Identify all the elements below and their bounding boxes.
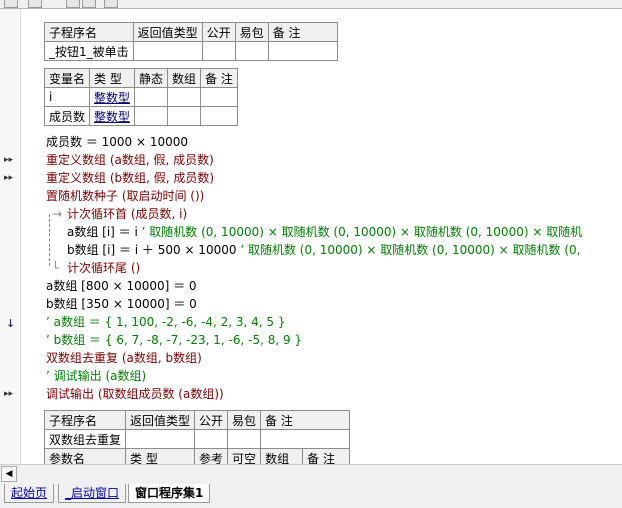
toolbar-button[interactable] xyxy=(104,0,118,8)
toolbar-button[interactable] xyxy=(82,0,96,8)
col-header: 参数名 xyxy=(43,448,127,464)
col-header: 易包 xyxy=(227,410,262,430)
var-name-cell[interactable]: 成员数 xyxy=(43,106,91,126)
sub-name-cell[interactable]: _按钮1_被单击 xyxy=(44,41,134,61)
code-line[interactable]: 调试输出 (取数组成员数 (a数组)) xyxy=(46,385,224,403)
code-statement: b数组 [i] ＝ i ＋ 500 × 10000 xyxy=(67,243,237,257)
loop-connector: └ xyxy=(52,261,60,275)
arrow-down-icon: ↓ xyxy=(6,317,16,330)
code-line[interactable]: 置随机数种子 (取启动时间 ()) xyxy=(46,187,204,205)
remark-cell[interactable] xyxy=(267,41,338,61)
col-header: 备 注 xyxy=(267,22,338,42)
variable-table: 变量名 类 型 静态 数组 备 注 i 整数型 成员数 整数型 xyxy=(43,68,238,126)
tab-bar: 起始页 _启动窗口 窗口程序集1 xyxy=(0,482,622,508)
static-cell[interactable] xyxy=(134,106,169,126)
col-header: 数组 xyxy=(260,448,304,464)
col-header: 子程序名 xyxy=(44,22,134,42)
loop-connector: → xyxy=(52,207,63,221)
code-line[interactable]: b数组 [350 × 10000] ＝ 0 xyxy=(46,295,197,313)
col-header: 公开 xyxy=(201,22,236,42)
return-type-cell[interactable] xyxy=(125,429,196,449)
code-line[interactable]: 计次循环首 (成员数, i) xyxy=(67,205,187,223)
col-header: 备 注 xyxy=(260,410,351,430)
toolbar-button[interactable] xyxy=(66,0,80,8)
code-line[interactable]: ’ 调试输出 (a数组) xyxy=(46,367,146,385)
tab-start-page[interactable]: 起始页 xyxy=(4,484,55,503)
table-row[interactable]: i 整数型 xyxy=(43,87,238,107)
easy-pack-cell[interactable] xyxy=(227,429,262,449)
easy-pack-cell[interactable] xyxy=(234,41,269,61)
col-header: 返回值类型 xyxy=(132,22,203,42)
remark-cell[interactable] xyxy=(200,87,238,107)
toolbar xyxy=(0,0,622,9)
scroll-left-icon[interactable]: ◀ xyxy=(1,466,17,482)
code-line[interactable]: 重定义数组 (b数组, 假, 成员数) xyxy=(46,169,214,187)
col-header: 备 注 xyxy=(200,68,238,88)
collapse-marker-icon[interactable]: ▸▸ xyxy=(4,389,13,399)
code-comment: ’ 取随机数 (0, 10000) × 取随机数 (0, 10000) × 取随… xyxy=(240,243,581,257)
code-line[interactable]: b数组 [i] ＝ i ＋ 500 × 10000 ’ 取随机数 (0, 100… xyxy=(67,241,581,259)
code-line[interactable]: a数组 [i] ＝ i ’ 取随机数 (0, 10000) × 取随机数 (0,… xyxy=(67,223,582,241)
collapse-marker-icon[interactable]: ▸▸ xyxy=(4,173,13,183)
col-header: 静态 xyxy=(134,68,169,88)
static-cell[interactable] xyxy=(134,87,169,107)
code-line[interactable]: 成员数 ＝ 1000 × 10000 xyxy=(46,133,188,151)
col-header: 类 型 xyxy=(89,68,136,88)
public-cell[interactable] xyxy=(194,429,229,449)
col-header: 备 注 xyxy=(302,448,351,464)
table-row[interactable]: 成员数 整数型 xyxy=(43,106,238,126)
public-cell[interactable] xyxy=(201,41,236,61)
col-header: 变量名 xyxy=(43,68,91,88)
horizontal-scrollbar[interactable]: ◀ xyxy=(0,464,622,482)
type-link[interactable]: 整数型 xyxy=(94,91,130,105)
tab-window-program-set[interactable]: 窗口程序集1 xyxy=(128,484,211,503)
code-editor[interactable]: 子程序名 返回值类型 公开 易包 备 注 _按钮1_被单击 变量名 类 型 静态… xyxy=(21,9,622,464)
col-header: 可空 xyxy=(227,448,262,464)
sub-header-table: 子程序名 返回值类型 公开 易包 备 注 双数组去重复 参数名 类 型 参考 可… xyxy=(43,410,351,464)
col-header: 公开 xyxy=(194,410,229,430)
col-header: 返回值类型 xyxy=(125,410,196,430)
toolbar-button[interactable] xyxy=(28,0,42,8)
var-type-cell[interactable]: 整数型 xyxy=(89,87,136,107)
col-header: 子程序名 xyxy=(43,410,127,430)
toolbar-button[interactable] xyxy=(4,0,18,8)
code-statement: a数组 [i] ＝ i xyxy=(67,225,138,239)
code-comment: ’ 取随机数 (0, 10000) × 取随机数 (0, 10000) × 取随… xyxy=(141,225,583,239)
array-cell[interactable] xyxy=(167,106,202,126)
type-link[interactable]: 整数型 xyxy=(94,110,130,124)
col-header: 数组 xyxy=(167,68,202,88)
tab-startup-window[interactable]: _启动窗口 xyxy=(58,484,127,503)
col-header: 类 型 xyxy=(125,448,196,464)
return-type-cell[interactable] xyxy=(132,41,203,61)
collapse-marker-icon[interactable]: ▸▸ xyxy=(4,155,13,165)
code-line[interactable]: a数组 [800 × 10000] ＝ 0 xyxy=(46,277,197,295)
code-line[interactable]: ’ b数组 ＝ { 6, 7, -8, -7, -23, 1, -6, -5, … xyxy=(46,331,302,349)
array-cell[interactable] xyxy=(167,87,202,107)
sub-header-table: 子程序名 返回值类型 公开 易包 备 注 _按钮1_被单击 xyxy=(44,22,338,61)
col-header: 参考 xyxy=(194,448,229,464)
col-header: 易包 xyxy=(234,22,269,42)
line-gutter: ▸▸ ▸▸ ↓ ▸▸ xyxy=(0,9,21,464)
code-line[interactable]: ’ a数组 ＝ { 1, 100, -2, -6, -4, 2, 3, 4, 5… xyxy=(46,313,286,331)
var-name-cell[interactable]: i xyxy=(43,87,91,107)
loop-bracket xyxy=(49,214,50,266)
code-line[interactable]: 计次循环尾 () xyxy=(67,259,140,277)
code-line[interactable]: 重定义数组 (a数组, 假, 成员数) xyxy=(46,151,214,169)
remark-cell[interactable] xyxy=(200,106,238,126)
code-line[interactable]: 双数组去重复 (a数组, b数组) xyxy=(46,349,202,367)
remark-cell[interactable] xyxy=(260,429,351,449)
var-type-cell[interactable]: 整数型 xyxy=(89,106,136,126)
sub-name-cell[interactable]: 双数组去重复 xyxy=(43,429,127,449)
